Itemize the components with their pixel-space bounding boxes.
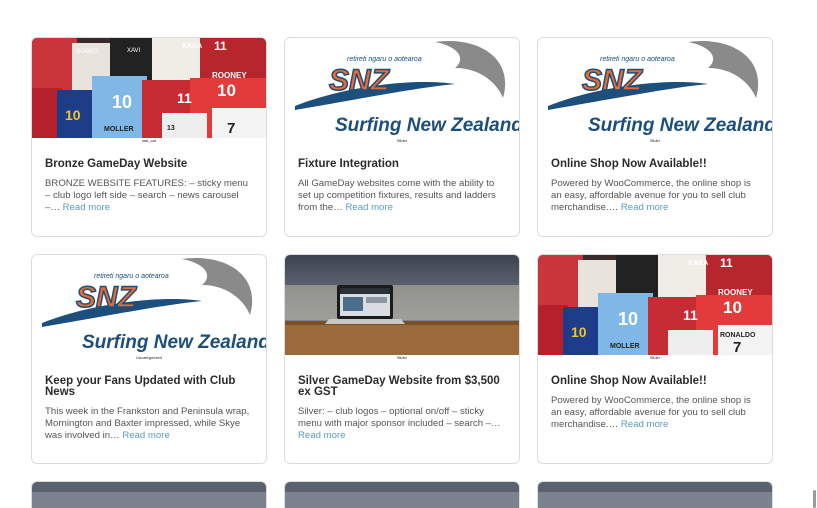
post-card[interactable] — [284, 481, 520, 508]
post-card[interactable]: Slider Silver GameDay Website from $3,50… — [284, 254, 520, 464]
post-card[interactable] — [31, 481, 267, 508]
svg-text:SNZ: SNZ — [329, 64, 391, 97]
post-title[interactable]: Bronze GameDay Website — [45, 158, 254, 170]
read-more-link[interactable]: Read more — [298, 430, 345, 441]
post-thumbnail[interactable]: retireti ngaru o aotearoa SNZ Surfing Ne… — [32, 255, 266, 355]
svg-text:ROONEY: ROONEY — [212, 71, 247, 80]
svg-text:retireti ngaru o aotearoa: retireti ngaru o aotearoa — [347, 56, 422, 63]
post-excerpt: BRONZE WEBSITE FEATURES: – sticky menu –… — [45, 178, 248, 213]
post-thumbnail[interactable]: KAKA 11 ROONEY 10 10 10 11 MOLLER RONALD… — [538, 255, 772, 355]
post-category[interactable]: Slider — [285, 138, 519, 144]
post-card[interactable]: retireti ngaru o aotearoa SNZ Surfing Ne… — [31, 254, 267, 464]
post-card[interactable]: retireti ngaru o aotearoa SNZ Surfing Ne… — [537, 37, 773, 237]
post-thumbnail[interactable]: GOMES XAVI KAKA 11 ROONEY 10 10 10 11 MO… — [32, 38, 266, 138]
svg-text:SNZ: SNZ — [76, 281, 138, 314]
svg-text:Surfing New Zealand: Surfing New Zealand — [82, 332, 266, 353]
post-excerpt: Powered by WooCommerce, the online shop … — [551, 178, 751, 213]
post-title[interactable]: Keep your Fans Updated with Club News — [45, 375, 254, 398]
svg-text:10: 10 — [65, 107, 81, 123]
snz-logo-image: retireti ngaru o aotearoa SNZ Surfing Ne… — [32, 255, 266, 355]
post-thumbnail[interactable] — [538, 482, 772, 508]
read-more-link[interactable]: Read more — [621, 419, 668, 430]
snz-logo-image: retireti ngaru o aotearoa SNZ Surfing Ne… — [285, 38, 519, 138]
svg-text:Surfing New Zealand: Surfing New Zealand — [335, 115, 519, 136]
read-more-link[interactable]: Read more — [63, 202, 110, 213]
svg-text:10: 10 — [112, 92, 132, 112]
post-thumbnail[interactable] — [285, 255, 519, 355]
post-thumbnail[interactable]: retireti ngaru o aotearoa SNZ Surfing Ne… — [285, 38, 519, 138]
post-category[interactable]: last_cat — [32, 138, 266, 144]
svg-text:MOLLER: MOLLER — [610, 343, 640, 350]
read-more-link[interactable]: Read more — [122, 430, 169, 441]
post-excerpt: This week in the Frankston and Peninsula… — [45, 406, 250, 441]
post-excerpt: Powered by WooCommerce, the online shop … — [551, 395, 751, 430]
post-card[interactable]: GOMES XAVI KAKA 11 ROONEY 10 10 10 11 MO… — [31, 37, 267, 237]
svg-text:10: 10 — [217, 81, 236, 100]
svg-text:7: 7 — [227, 120, 235, 137]
svg-text:retireti ngaru o aotearoa: retireti ngaru o aotearoa — [94, 273, 169, 280]
svg-text:retireti ngaru o aotearoa: retireti ngaru o aotearoa — [600, 56, 675, 63]
post-excerpt: Silver: – club logos – optional on/off –… — [298, 406, 501, 441]
svg-text:7: 7 — [733, 339, 741, 355]
svg-text:Surfing New Zealand: Surfing New Zealand — [588, 115, 772, 136]
svg-text:ROONEY: ROONEY — [718, 288, 753, 297]
post-title[interactable]: Online Shop Now Available!! — [551, 158, 760, 170]
read-more-link[interactable]: Read more — [345, 202, 392, 213]
snz-logo-image: retireti ngaru o aotearoa SNZ Surfing Ne… — [538, 38, 772, 138]
svg-text:KAKA: KAKA — [688, 260, 708, 267]
post-thumbnail[interactable]: retireti ngaru o aotearoa SNZ Surfing Ne… — [538, 38, 772, 138]
jersey-name: XAVI — [127, 48, 141, 54]
svg-text:11: 11 — [214, 39, 227, 53]
svg-text:KAKA: KAKA — [182, 43, 202, 50]
post-card[interactable]: retireti ngaru o aotearoa SNZ Surfing Ne… — [284, 37, 520, 237]
post-title[interactable]: Fixture Integration — [298, 158, 507, 170]
laptop-stadium-photo — [285, 255, 519, 355]
scrollbar-thumb[interactable] — [813, 490, 816, 508]
post-category[interactable]: Slider — [538, 355, 772, 361]
svg-text:10: 10 — [618, 309, 638, 329]
post-category[interactable]: Slider — [285, 355, 519, 361]
svg-text:11: 11 — [177, 90, 192, 106]
svg-text:GOMES: GOMES — [76, 49, 98, 55]
post-card[interactable] — [537, 481, 773, 508]
post-title[interactable]: Silver GameDay Website from $3,500 ex GS… — [298, 375, 507, 398]
svg-text:11: 11 — [683, 307, 698, 323]
post-category[interactable]: Uncategorized — [32, 355, 266, 361]
svg-text:RONALDO: RONALDO — [720, 332, 756, 339]
post-card[interactable]: KAKA 11 ROONEY 10 10 10 11 MOLLER RONALD… — [537, 254, 773, 464]
post-category[interactable]: Slider — [538, 138, 772, 144]
svg-text:SNZ: SNZ — [582, 64, 644, 97]
svg-text:13: 13 — [167, 125, 175, 132]
jerseys-photo: KAKA 11 ROONEY 10 10 10 11 MOLLER RONALD… — [538, 255, 772, 355]
svg-text:10: 10 — [723, 298, 742, 317]
svg-text:11: 11 — [720, 256, 733, 270]
read-more-link[interactable]: Read more — [621, 202, 668, 213]
post-excerpt: All GameDay websites come with the abili… — [298, 178, 496, 213]
svg-text:10: 10 — [571, 324, 587, 340]
post-thumbnail[interactable] — [32, 482, 266, 508]
post-thumbnail[interactable] — [285, 482, 519, 508]
svg-text:MOLLER: MOLLER — [104, 126, 134, 133]
post-title[interactable]: Online Shop Now Available!! — [551, 375, 760, 387]
